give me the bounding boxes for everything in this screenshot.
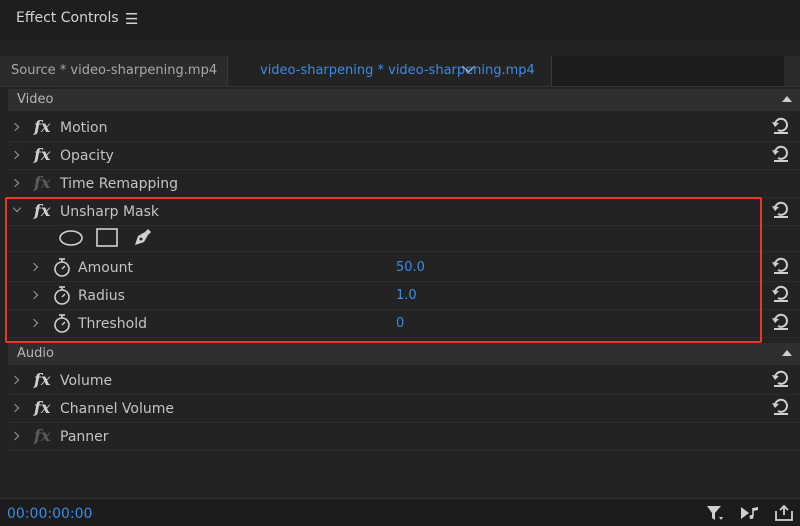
fx-icon: fx bbox=[34, 173, 51, 192]
chevron-right-icon[interactable] bbox=[10, 122, 20, 132]
rectangle-mask-icon[interactable] bbox=[96, 228, 118, 247]
filter-icon[interactable] bbox=[705, 503, 725, 523]
stopwatch-icon[interactable] bbox=[53, 314, 71, 333]
export-icon[interactable] bbox=[773, 503, 795, 523]
chevron-right-icon[interactable] bbox=[10, 178, 20, 188]
panel-header: Effect Controls ☰ bbox=[0, 0, 800, 40]
effect-label: Unsharp Mask bbox=[60, 204, 160, 220]
fx-icon[interactable]: fx bbox=[34, 117, 50, 136]
reset-icon[interactable] bbox=[770, 116, 792, 136]
stopwatch-icon[interactable] bbox=[53, 286, 71, 305]
param-label: Radius bbox=[78, 288, 125, 304]
tab-overflow[interactable] bbox=[784, 56, 800, 86]
effect-row-motion[interactable]: fx Motion bbox=[8, 114, 800, 142]
panel-title: Effect Controls bbox=[16, 10, 119, 26]
param-row-amount[interactable]: Amount 50.0 bbox=[8, 254, 800, 282]
tab-sequence-label: video-sharpening * video-sharpening.mp4 bbox=[260, 63, 535, 78]
effect-label: Channel Volume bbox=[60, 401, 174, 417]
reset-icon[interactable] bbox=[770, 369, 792, 389]
reset-icon[interactable] bbox=[770, 256, 792, 276]
audio-header-label: Audio bbox=[17, 346, 54, 361]
reset-icon[interactable] bbox=[770, 284, 792, 304]
tab-sequence[interactable]: video-sharpening * video-sharpening.mp4 bbox=[228, 56, 552, 86]
mask-tools bbox=[8, 226, 800, 252]
param-value[interactable]: 1.0 bbox=[396, 288, 417, 303]
fx-icon[interactable]: fx bbox=[34, 370, 50, 389]
video-header-label: Video bbox=[17, 92, 54, 107]
fx-icon: fx bbox=[34, 426, 51, 445]
chevron-right-icon[interactable] bbox=[10, 431, 20, 441]
stopwatch-icon[interactable] bbox=[53, 258, 71, 277]
effect-row-time-remapping[interactable]: fx Time Remapping bbox=[8, 170, 800, 198]
chevron-right-icon[interactable] bbox=[29, 262, 39, 272]
effect-label: Volume bbox=[60, 373, 113, 389]
param-value[interactable]: 0 bbox=[396, 316, 404, 331]
effect-row-unsharp-mask[interactable]: fx Unsharp Mask bbox=[8, 198, 800, 226]
chevron-right-icon[interactable] bbox=[29, 290, 39, 300]
audio-section-header[interactable]: Audio bbox=[8, 343, 800, 365]
reset-icon[interactable] bbox=[770, 312, 792, 332]
param-label: Threshold bbox=[78, 316, 147, 332]
chevron-right-icon[interactable] bbox=[10, 403, 20, 413]
timecode[interactable]: 00:00:00:00 bbox=[7, 506, 92, 522]
fx-icon[interactable]: fx bbox=[34, 145, 50, 164]
hamburger-icon[interactable]: ☰ bbox=[125, 10, 138, 28]
effect-row-volume[interactable]: fx Volume bbox=[8, 367, 800, 395]
tab-bar: Source * video-sharpening.mp4 video-shar… bbox=[0, 56, 800, 87]
effect-label: Time Remapping bbox=[60, 176, 179, 192]
effect-row-opacity[interactable]: fx Opacity bbox=[8, 142, 800, 170]
panel-footer: 00:00:00:00 bbox=[0, 498, 800, 526]
collapse-up-icon[interactable] bbox=[782, 350, 792, 356]
video-section-header[interactable]: Video bbox=[8, 89, 800, 111]
reset-icon[interactable] bbox=[770, 397, 792, 417]
param-row-threshold[interactable]: Threshold 0 bbox=[8, 310, 800, 338]
param-row-radius[interactable]: Radius 1.0 bbox=[8, 282, 800, 310]
chevron-right-icon[interactable] bbox=[29, 318, 39, 328]
effect-label: Opacity bbox=[60, 148, 114, 164]
param-value[interactable]: 50.0 bbox=[396, 260, 425, 275]
pen-mask-icon[interactable] bbox=[132, 226, 154, 248]
param-label: Amount bbox=[78, 260, 134, 276]
reset-icon[interactable] bbox=[770, 144, 792, 164]
chevron-down-icon[interactable] bbox=[12, 203, 22, 213]
play-audio-icon[interactable] bbox=[739, 503, 761, 523]
fx-icon[interactable]: fx bbox=[34, 398, 50, 417]
effect-label: Motion bbox=[60, 120, 108, 136]
effect-label: Panner bbox=[60, 429, 109, 445]
chevron-right-icon[interactable] bbox=[10, 375, 20, 385]
tab-source[interactable]: Source * video-sharpening.mp4 bbox=[0, 56, 228, 86]
fx-icon[interactable]: fx bbox=[34, 201, 50, 220]
reset-icon[interactable] bbox=[770, 200, 792, 220]
effect-row-panner[interactable]: fx Panner bbox=[8, 423, 800, 451]
effect-row-channel-volume[interactable]: fx Channel Volume bbox=[8, 395, 800, 423]
collapse-up-icon[interactable] bbox=[782, 96, 792, 102]
ellipse-mask-icon[interactable] bbox=[59, 230, 83, 246]
chevron-right-icon[interactable] bbox=[10, 150, 20, 160]
